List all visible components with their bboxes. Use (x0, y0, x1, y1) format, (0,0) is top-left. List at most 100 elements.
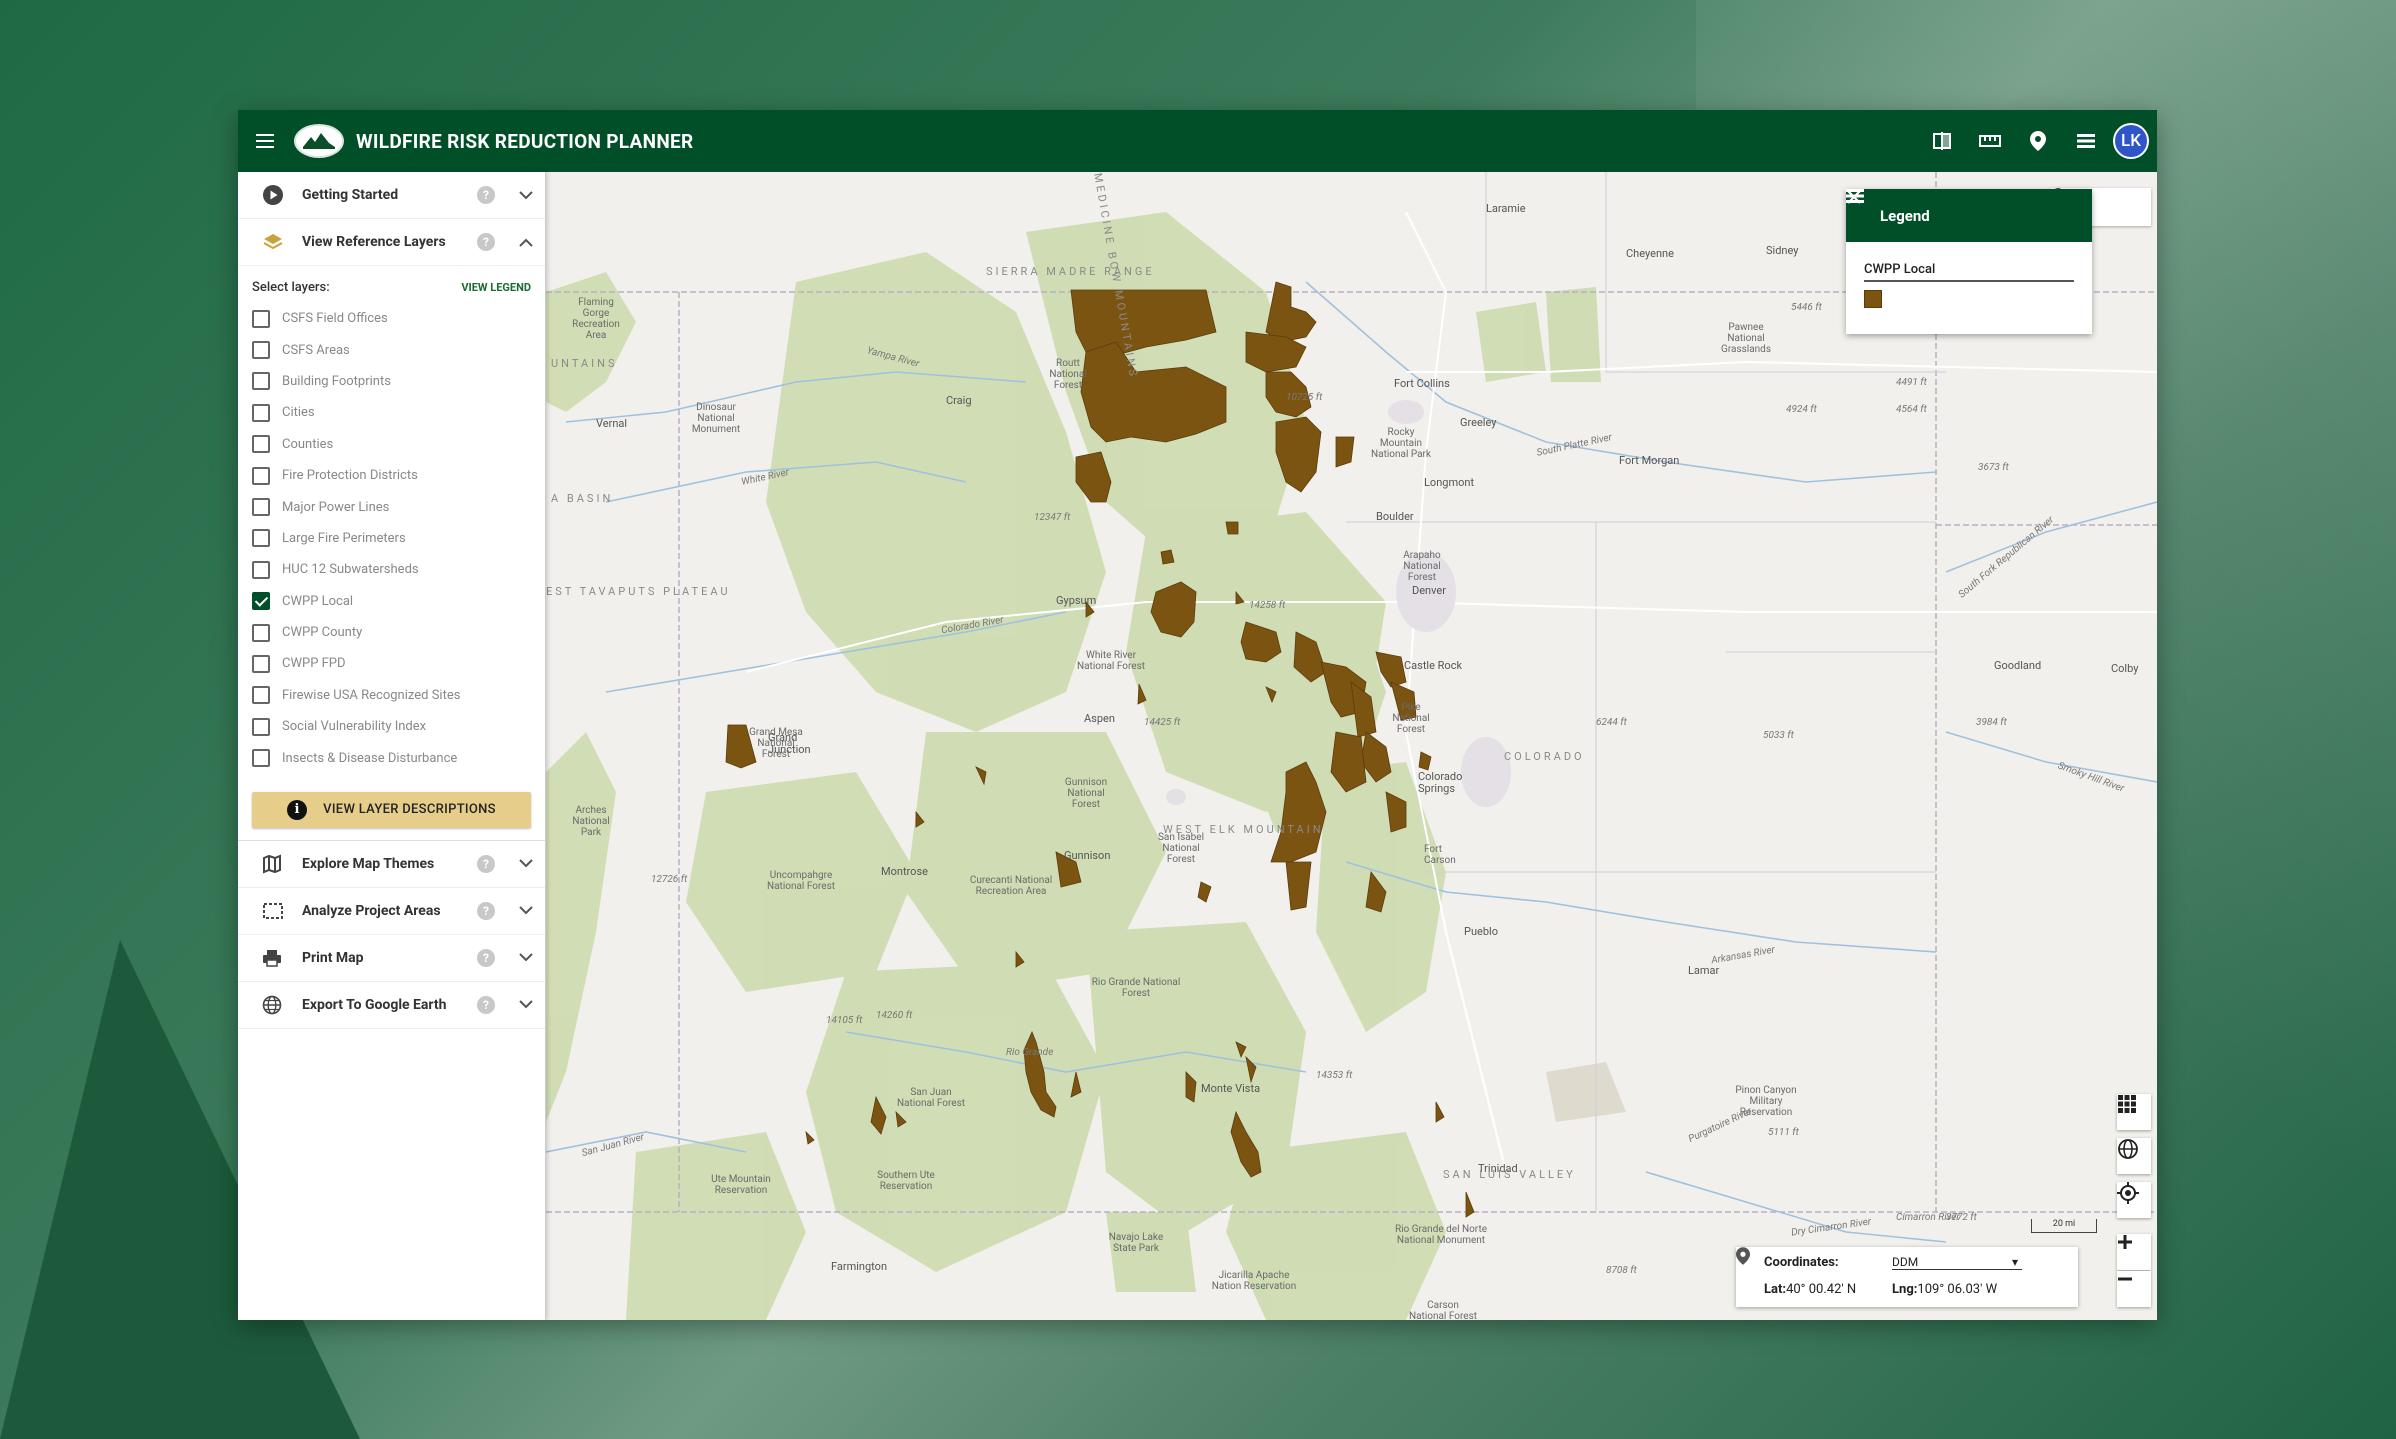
map-label-place: Rocky Mountain National Park (1371, 427, 1432, 460)
locate-me-button[interactable] (2117, 1182, 2151, 1218)
layer-row[interactable]: CWPP Local (252, 586, 531, 617)
location-pin-icon[interactable] (2017, 120, 2059, 162)
section-export-google-earth[interactable]: Export To Google Earth ? (238, 982, 545, 1029)
sidebar: Getting Started ? View Reference Layers … (238, 172, 546, 1320)
ruler-icon[interactable] (1969, 120, 2011, 162)
layer-row[interactable]: CWPP County (252, 617, 531, 648)
zoom-in-button[interactable] (2117, 1234, 2151, 1270)
help-icon[interactable]: ? (477, 186, 495, 204)
help-icon[interactable]: ? (477, 901, 495, 920)
layer-checkbox[interactable] (252, 654, 270, 673)
view-legend-link[interactable]: VIEW LEGEND (461, 281, 531, 294)
layer-row[interactable]: Insects & Disease Disturbance (252, 742, 531, 773)
layer-checkbox[interactable] (252, 435, 270, 454)
chevron-down-icon[interactable] (519, 859, 533, 868)
help-icon[interactable]: ? (477, 854, 495, 873)
layer-row[interactable]: Major Power Lines (252, 491, 531, 522)
map-label-city: Colorado Springs (1418, 770, 1463, 795)
layers-list-icon[interactable] (2065, 120, 2107, 162)
layer-checkbox[interactable] (252, 372, 270, 391)
chevron-down-icon[interactable] (519, 906, 533, 915)
layer-row[interactable]: CSFS Field Offices (252, 303, 531, 334)
help-icon[interactable]: ? (477, 233, 495, 251)
map-label-place: Ute Mountain Reservation (711, 1174, 771, 1196)
layer-row[interactable]: HUC 12 Subwatersheds (252, 554, 531, 585)
map-label-city: Goodland (1994, 659, 2042, 672)
menu-icon[interactable] (238, 110, 294, 172)
map-label-place: Pike National Forest (1392, 702, 1430, 735)
legend-title: Legend (1880, 206, 1930, 225)
map-label-elevation: 8708 ft (1606, 1265, 1637, 1276)
layer-checkbox[interactable] (252, 686, 270, 705)
button-label: VIEW LAYER DESCRIPTIONS (323, 802, 496, 818)
layer-checkbox[interactable] (252, 717, 270, 736)
map-label-elevation: 4924 ft (1786, 404, 1817, 415)
layer-row[interactable]: Building Footprints (252, 366, 531, 397)
map-label-elevation: 5446 ft (1791, 302, 1822, 313)
map-canvas[interactable]: Laramie Cheyenne Sidney Fort Collins Gre… (546, 172, 2157, 1320)
section-label: Analyze Project Areas (302, 902, 441, 919)
layer-label: CWPP Local (282, 593, 354, 609)
layer-checkbox[interactable] (252, 592, 270, 611)
map-label-place: Uncompahgre National Forest (766, 870, 835, 892)
chevron-down-icon[interactable] (519, 190, 533, 200)
compare-icon[interactable] (1921, 120, 1963, 162)
zoom-out-button[interactable] (2117, 1271, 2151, 1307)
layer-checkbox[interactable] (252, 309, 270, 328)
layer-row[interactable]: CWPP FPD (252, 648, 531, 679)
map-label-city: Vernal (596, 417, 628, 430)
map-label-place: Grand Mesa National Forest (749, 727, 803, 760)
map-label-elevation: 5111 ft (1768, 1127, 1799, 1138)
globe-icon (250, 995, 288, 1015)
coordinate-format-value: DDM (1892, 1255, 1919, 1269)
map-label-place: Pawnee National Grasslands (1721, 322, 1771, 355)
chevron-down-icon[interactable] (519, 1000, 533, 1009)
select-area-icon (250, 901, 288, 921)
help-icon[interactable]: ? (477, 948, 495, 967)
layer-checkbox[interactable] (252, 341, 270, 360)
top-bar: WILDFIRE RISK REDUCTION PLANNER LK (238, 110, 2157, 172)
map-label-city: Castle Rock (1404, 659, 1463, 672)
layer-row[interactable]: Firewise USA Recognized Sites (252, 680, 531, 711)
layer-checkbox[interactable] (252, 403, 270, 422)
printer-icon (250, 948, 288, 968)
section-view-reference-layers[interactable]: View Reference Layers ? (238, 219, 545, 266)
globe-view-button[interactable] (2117, 1138, 2151, 1174)
section-label: View Reference Layers (302, 234, 446, 250)
layer-row[interactable]: Cities (252, 397, 531, 428)
layer-checkbox[interactable] (252, 749, 270, 768)
map-label-city: Fort Morgan (1619, 454, 1680, 467)
grid-icon (2118, 1095, 2136, 1113)
layer-checkbox[interactable] (252, 498, 270, 517)
layer-checkbox[interactable] (252, 623, 270, 642)
layer-row[interactable]: Large Fire Perimeters (252, 523, 531, 554)
layer-row[interactable]: Counties (252, 429, 531, 460)
layer-label: CSFS Field Offices (282, 311, 388, 327)
layer-label: Social Vulnerability Index (282, 719, 427, 735)
help-icon[interactable]: ? (477, 995, 495, 1014)
map-label-city: Colby (2111, 662, 2139, 675)
map-label-place: Routt National Forest (1049, 358, 1087, 391)
layer-row[interactable]: CSFS Areas (252, 334, 531, 365)
map-label-region: UNTAINS (551, 357, 618, 370)
basemap-grid-button[interactable] (2117, 1094, 2151, 1130)
layer-checkbox[interactable] (252, 529, 270, 548)
section-print-map[interactable]: Print Map ? (238, 935, 545, 982)
section-analyze-project-areas[interactable]: Analyze Project Areas ? (238, 888, 545, 935)
view-layer-descriptions-button[interactable]: i VIEW LAYER DESCRIPTIONS (252, 791, 531, 828)
map-label-elevation: 3673 ft (1978, 462, 2009, 473)
layer-row[interactable]: Fire Protection Districts (252, 460, 531, 491)
user-avatar[interactable]: LK (2113, 123, 2149, 159)
section-getting-started[interactable]: Getting Started ? (238, 172, 545, 219)
coordinate-format-select[interactable]: DDM ▾ (1892, 1255, 2022, 1270)
layer-checkbox[interactable] (252, 560, 270, 579)
section-explore-map-themes[interactable]: Explore Map Themes ? (238, 841, 545, 888)
layer-label: Building Footprints (282, 373, 391, 389)
chevron-down-icon[interactable] (519, 953, 533, 962)
layer-row[interactable]: Social Vulnerability Index (252, 711, 531, 742)
chevron-up-icon[interactable] (519, 238, 533, 247)
scale-bar: 20 mi (2031, 1219, 2097, 1233)
layer-checkbox[interactable] (252, 466, 270, 485)
map-label-elevation: 14353 ft (1316, 1070, 1353, 1081)
map-label-city: Cheyenne (1626, 247, 1674, 260)
